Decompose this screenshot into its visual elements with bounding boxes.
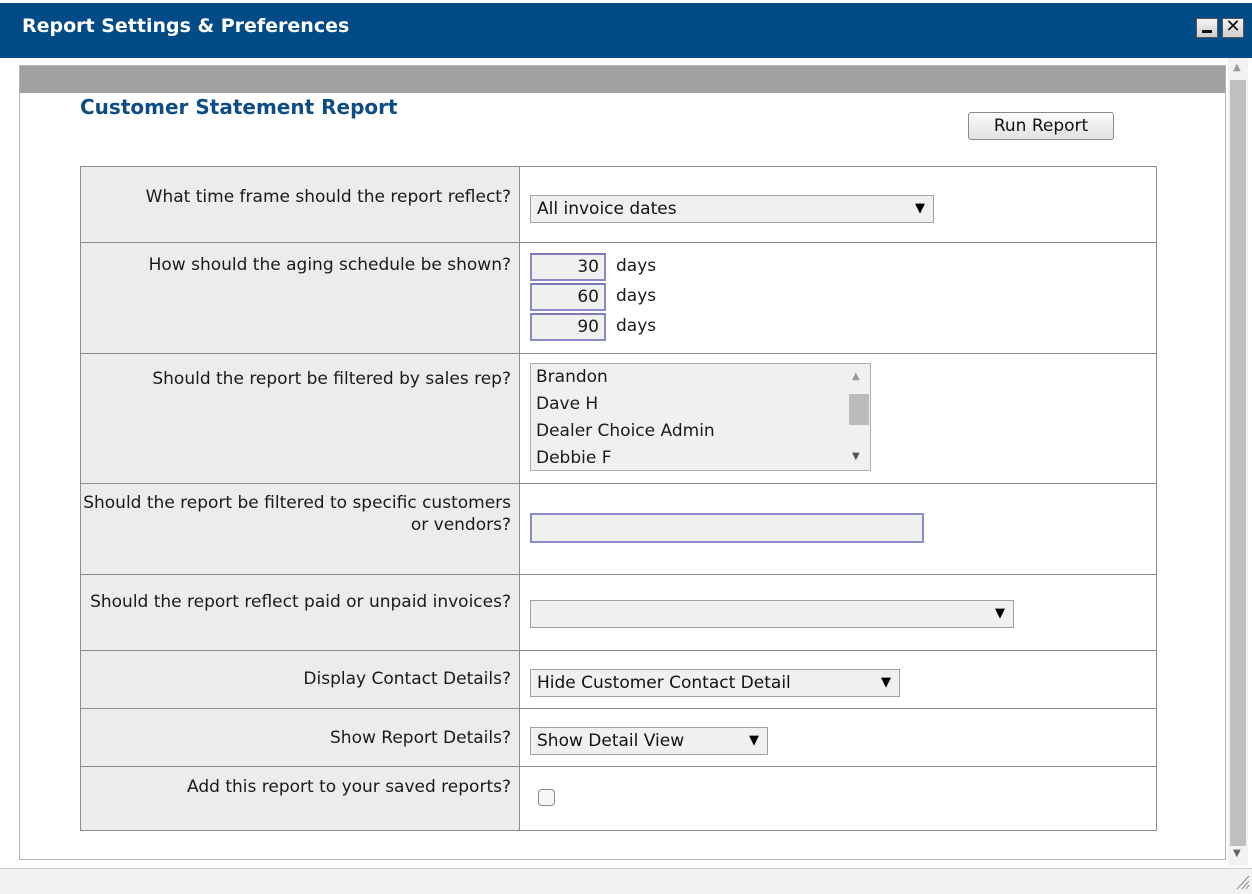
minimize-button[interactable] bbox=[1196, 18, 1218, 38]
time-frame-select[interactable]: All invoice dates ▼ bbox=[530, 195, 934, 223]
close-icon: ✕ bbox=[1225, 16, 1241, 37]
aging-bucket-60: 60 days bbox=[530, 283, 1156, 313]
window-title: Report Settings & Preferences bbox=[22, 15, 350, 37]
days-label: days bbox=[616, 256, 657, 276]
contact-details-value: Hide Customer Contact Detail bbox=[537, 673, 791, 693]
report-title: Customer Statement Report bbox=[80, 95, 398, 119]
time-frame-value: All invoice dates bbox=[537, 199, 677, 219]
list-item[interactable]: Debbie F bbox=[531, 445, 870, 472]
run-report-button[interactable]: Run Report bbox=[968, 112, 1114, 140]
header-band bbox=[20, 66, 1225, 93]
list-item[interactable]: Brandon bbox=[531, 364, 870, 391]
settings-row-contact-details: Display Contact Details? Hide Customer C… bbox=[80, 650, 1157, 709]
aging-60-input[interactable]: 60 bbox=[530, 283, 606, 311]
aging-question: How should the aging schedule be shown? bbox=[80, 242, 520, 354]
save-report-checkbox[interactable] bbox=[538, 789, 555, 806]
report-details-value: Show Detail View bbox=[537, 731, 685, 751]
sales-rep-listbox[interactable]: Brandon Dave H Dealer Choice Admin Debbi… bbox=[530, 363, 871, 471]
status-bar bbox=[0, 868, 1252, 894]
time-frame-question: What time frame should the report reflec… bbox=[80, 166, 520, 243]
aging-bucket-30: 30 days bbox=[530, 253, 1156, 283]
report-details-question: Show Report Details? bbox=[80, 708, 520, 767]
listbox-scrollbar[interactable]: ▲ ▼ bbox=[847, 365, 869, 469]
settings-row-report-details: Show Report Details? Show Detail View ▼ bbox=[80, 708, 1157, 767]
scrollbar-thumb[interactable] bbox=[1230, 80, 1246, 846]
list-item[interactable]: Dave H bbox=[531, 391, 870, 418]
days-label: days bbox=[616, 316, 657, 336]
close-button[interactable]: ✕ bbox=[1222, 16, 1244, 38]
scroll-up-icon[interactable]: ▲ bbox=[852, 371, 860, 382]
settings-row-paid-status: Should the report reflect paid or unpaid… bbox=[80, 574, 1157, 651]
paid-status-question: Should the report reflect paid or unpaid… bbox=[80, 574, 520, 651]
contact-details-select[interactable]: Hide Customer Contact Detail ▼ bbox=[530, 669, 900, 697]
customers-question: Should the report be filtered to specifi… bbox=[80, 483, 520, 575]
settings-row-aging: How should the aging schedule be shown? … bbox=[80, 242, 1157, 354]
chevron-down-icon: ▼ bbox=[881, 675, 891, 690]
minimize-icon bbox=[1202, 30, 1212, 33]
aging-90-input[interactable]: 90 bbox=[530, 313, 606, 341]
settings-row-sales-rep: Should the report be filtered by sales r… bbox=[80, 353, 1157, 484]
customers-input[interactable] bbox=[530, 513, 924, 543]
page-scrollbar[interactable]: ▲ ▼ bbox=[1228, 58, 1248, 866]
settings-row-save-report: Add this report to your saved reports? bbox=[80, 766, 1157, 831]
aging-30-input[interactable]: 30 bbox=[530, 253, 606, 281]
contact-details-question: Display Contact Details? bbox=[80, 650, 520, 709]
scroll-up-icon[interactable]: ▲ bbox=[1233, 62, 1241, 73]
paid-status-select[interactable]: ▼ bbox=[530, 600, 1014, 628]
settings-row-customers: Should the report be filtered to specifi… bbox=[80, 483, 1157, 575]
list-item[interactable]: Dealer Choice Admin bbox=[531, 418, 870, 445]
settings-row-time-frame: What time frame should the report reflec… bbox=[80, 166, 1157, 243]
report-details-select[interactable]: Show Detail View ▼ bbox=[530, 727, 768, 755]
chevron-down-icon: ▼ bbox=[995, 606, 1005, 621]
settings-table: What time frame should the report reflec… bbox=[80, 166, 1157, 831]
days-label: days bbox=[616, 286, 657, 306]
aging-bucket-90: 90 days bbox=[530, 313, 1156, 343]
scroll-down-icon[interactable]: ▼ bbox=[1233, 848, 1241, 859]
resize-grip-icon[interactable] bbox=[1234, 872, 1250, 890]
scrollbar-thumb[interactable] bbox=[849, 394, 869, 425]
chevron-down-icon: ▼ bbox=[749, 733, 759, 748]
window-title-bar: Report Settings & Preferences ✕ bbox=[0, 0, 1252, 62]
chevron-down-icon: ▼ bbox=[915, 201, 925, 216]
scroll-down-icon[interactable]: ▼ bbox=[852, 451, 860, 462]
save-report-question: Add this report to your saved reports? bbox=[80, 766, 520, 831]
sales-rep-question: Should the report be filtered by sales r… bbox=[80, 353, 520, 484]
